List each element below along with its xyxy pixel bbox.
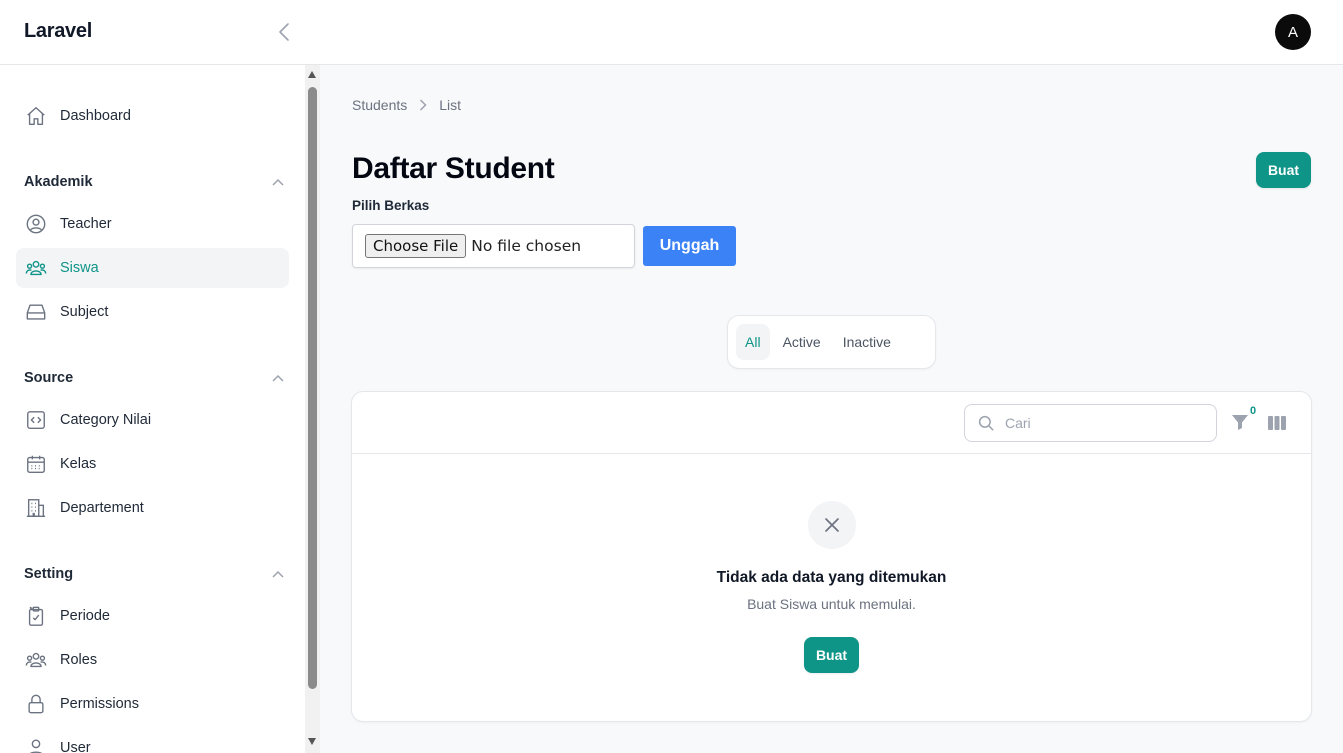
filter-count-badge: 0 [1250, 405, 1257, 417]
building-icon [24, 496, 48, 520]
breadcrumb-current: List [439, 97, 462, 113]
sidebar-item-label: User [60, 740, 91, 753]
user-group-icon [24, 256, 48, 280]
file-input[interactable]: Choose File No file chosen [352, 224, 635, 268]
funnel-icon [1232, 415, 1248, 430]
sidebar-item-category-nilai[interactable]: Category Nilai [16, 400, 289, 440]
search-input[interactable]: Cari [964, 404, 1217, 442]
breadcrumb: Students List [352, 97, 461, 113]
sidebar-item-label: Teacher [60, 216, 112, 232]
collapse-sidebar-button[interactable] [274, 20, 294, 44]
sidebar-item-label: Permissions [60, 696, 139, 712]
sidebar-group-akademik[interactable]: Akademik [24, 170, 284, 194]
file-upload-label: Pilih Berkas [352, 198, 430, 213]
sidebar: Dashboard Akademik Teacher Siswa Subject… [0, 65, 305, 753]
search-placeholder: Cari [1005, 415, 1031, 431]
sidebar-item-siswa[interactable]: Siswa [16, 248, 289, 288]
students-table: Cari 0 Tidak ada data yang ditemukan Bua… [351, 391, 1312, 722]
inbox-icon [24, 300, 48, 324]
status-tabs: All Active Inactive [727, 315, 936, 369]
empty-state-title: Tidak ada data yang ditemukan [716, 569, 947, 586]
sidebar-item-user[interactable]: User [16, 728, 289, 753]
group-label: Source [24, 370, 74, 386]
upload-button[interactable]: Unggah [643, 226, 736, 266]
breadcrumb-students-link[interactable]: Students [352, 97, 407, 113]
home-icon [24, 104, 48, 128]
create-button[interactable]: Buat [1256, 152, 1311, 188]
sidebar-item-teacher[interactable]: Teacher [16, 204, 289, 244]
sidebar-item-label: Category Nilai [60, 412, 152, 428]
clipboard-check-icon [24, 604, 48, 628]
no-file-text: No file chosen [471, 237, 582, 255]
scrollbar-thumb[interactable] [308, 87, 317, 689]
sidebar-item-label: Departement [60, 500, 144, 516]
sidebar-item-permissions[interactable]: Permissions [16, 684, 289, 724]
chevron-up-icon [272, 374, 284, 382]
users-icon [24, 648, 48, 672]
empty-state-description: Buat Siswa untuk memulai. [747, 596, 916, 612]
sidebar-item-label: Subject [60, 304, 109, 320]
sidebar-group-source[interactable]: Source [24, 366, 284, 390]
search-icon [978, 415, 994, 431]
user-avatar[interactable]: A [1275, 14, 1311, 50]
page-title: Daftar Student [352, 152, 555, 185]
calendar-icon [24, 452, 48, 476]
sidebar-item-dashboard[interactable]: Dashboard [16, 96, 289, 136]
user-icon [24, 736, 48, 753]
code-bracket-square-icon [24, 408, 48, 432]
sidebar-item-periode[interactable]: Periode [16, 596, 289, 636]
tab-inactive[interactable]: Inactive [834, 324, 900, 360]
column-toggle-button[interactable] [1267, 414, 1287, 432]
lock-icon [24, 692, 48, 716]
chevron-left-icon [279, 23, 289, 41]
x-mark-icon [808, 501, 856, 549]
group-label: Akademik [24, 174, 93, 190]
sidebar-item-label: Siswa [60, 260, 99, 276]
sidebar-group-setting[interactable]: Setting [24, 562, 284, 586]
sidebar-item-subject[interactable]: Subject [16, 292, 289, 332]
filter-button[interactable] [1230, 412, 1252, 434]
tab-active[interactable]: Active [774, 324, 830, 360]
sidebar-item-label: Roles [60, 652, 98, 668]
scroll-down-arrow-icon[interactable] [308, 738, 316, 745]
user-circle-icon [24, 212, 48, 236]
chevron-up-icon [272, 570, 284, 578]
sidebar-item-label: Periode [60, 608, 110, 624]
top-bar: Laravel A [0, 0, 1343, 65]
sidebar-item-label: Dashboard [60, 108, 131, 124]
sidebar-item-roles[interactable]: Roles [16, 640, 289, 680]
scroll-up-arrow-icon[interactable] [308, 71, 316, 78]
tab-all[interactable]: All [736, 324, 770, 360]
empty-state-create-button[interactable]: Buat [804, 637, 859, 673]
chevron-right-icon [419, 99, 427, 111]
brand-logo[interactable]: Laravel [24, 20, 92, 43]
chevron-up-icon [272, 178, 284, 186]
sidebar-item-departement[interactable]: Departement [16, 488, 289, 528]
view-columns-icon [1268, 416, 1286, 430]
sidebar-item-label: Kelas [60, 456, 97, 472]
table-toolbar: Cari 0 [352, 392, 1311, 454]
group-label: Setting [24, 566, 74, 582]
sidebar-item-kelas[interactable]: Kelas [16, 444, 289, 484]
choose-file-button[interactable]: Choose File [365, 234, 467, 258]
